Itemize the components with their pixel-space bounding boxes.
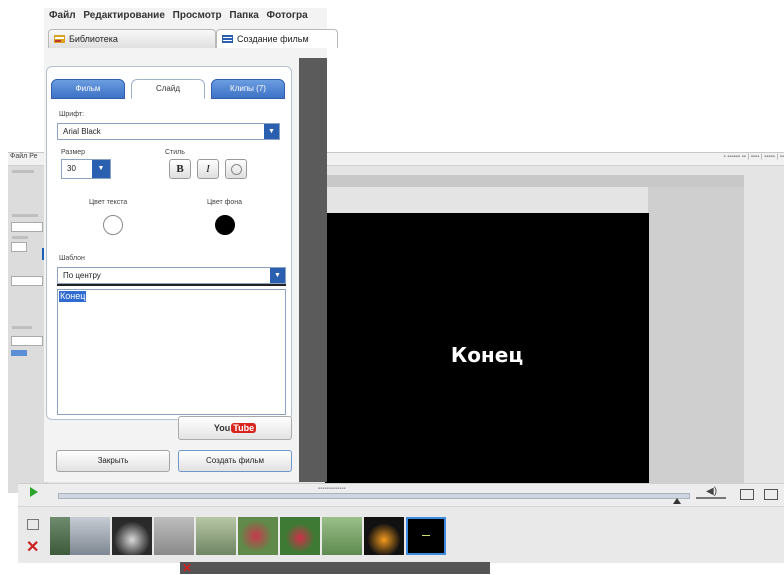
tab-library[interactable]: Библиотека [48,29,216,48]
movie-maker-icon [222,31,233,43]
clip-thumbnail[interactable] [196,517,237,555]
slide-text-value: Конец [59,291,87,302]
seek-bar[interactable] [58,493,690,499]
outline-icon [230,164,242,175]
menu-file[interactable]: Файл [49,8,76,24]
chevron-down-icon: ▼ [92,160,110,178]
tab-film[interactable]: Фильм [51,79,125,99]
youtube-logo-you: You [213,423,231,433]
delete-icon[interactable]: ✕ [26,537,39,557]
split-view-icon[interactable] [764,489,778,500]
background-tabs: ▪ ▪▪▪▪▪▪ ▪▪ | ▪▪▪▪ | ▪▪▪▪▪ | ▪▪ [723,154,784,160]
chevron-down-icon: ▼ [270,268,285,283]
top-tabs: Библиотека Создание фильм [44,26,338,50]
font-label: Шрифт: [59,111,84,118]
tab-create-movie[interactable]: Создание фильм [216,29,338,48]
template-value: По центру [63,271,101,280]
outline-button[interactable] [225,159,247,179]
movie-maker-window: Файл Редактирование Просмотр Папка Фотог… [44,8,338,482]
clip-thumbnail[interactable] [112,517,153,555]
italic-button[interactable]: I [197,159,219,179]
add-media-icon[interactable] [27,519,39,530]
fullscreen-icon[interactable] [740,489,754,500]
font-select[interactable]: Arial Black ▼ [57,123,280,140]
background-toolbar [300,175,744,187]
youtube-logo-tube: Tube [231,423,257,433]
clip-thumbnail[interactable] [238,517,279,555]
size-select[interactable]: 30 ▼ [61,159,111,179]
divider [57,284,286,286]
tab-slide[interactable]: Слайд [131,79,205,99]
bg-color-label: Цвет фона [207,199,243,206]
styles-label: Стиль [165,149,185,156]
bold-button[interactable]: B [169,159,191,179]
bg-color-swatch[interactable] [215,215,235,235]
clip-thumbnail[interactable] [280,517,321,555]
clip-thumbnail[interactable] [154,517,195,555]
timeline-strip: ✕ [18,506,784,563]
size-value: 30 [67,164,76,173]
size-label: Размер [61,149,86,156]
seek-thumb[interactable] [673,498,681,504]
menu-photo[interactable]: Фотогра [267,8,308,24]
menubar: Файл Редактирование Просмотр Папка Фотог… [44,8,327,24]
clip-thumbnail[interactable] [322,517,363,555]
panel-tabs: Фильм Слайд Клипы (7) [51,79,289,99]
tab-library-label: Библиотека [69,34,118,44]
template-select[interactable]: По центру ▼ [57,267,286,284]
text-color-label: Цвет текста [89,199,128,206]
font-value: Arial Black [63,127,101,136]
clip-thumbnail[interactable] [70,517,111,555]
menu-view[interactable]: Просмотр [173,8,222,24]
tab-create-movie-label: Создание фильм [237,34,309,44]
youtube-button[interactable]: You Tube [178,416,292,440]
settings-panel: Фильм Слайд Клипы (7) Шрифт: Arial Black… [46,66,292,420]
time-readout: ▪▪▪▪▪▪▪▪▪▪▪▪▪ [318,486,346,492]
background-pane [648,187,744,487]
player-bar: ▪▪▪▪▪▪▪▪▪▪▪▪▪ ◀) [18,483,784,506]
create-movie-button[interactable]: Создать фильм [178,450,292,472]
template-label: Шаблон [59,255,85,262]
volume-slider[interactable] [696,497,726,499]
volume-icon[interactable]: ◀) [706,486,717,497]
library-icon [54,31,65,43]
play-icon[interactable] [30,487,38,497]
slide-text-input[interactable]: Конец [57,289,286,415]
close-button[interactable]: Закрыть [56,450,170,472]
close-icon[interactable]: ✕ [182,561,192,575]
text-color-swatch[interactable] [103,215,123,235]
menu-edit[interactable]: Редактирование [83,8,164,24]
chevron-down-icon: ▼ [264,124,279,139]
preview-caption: Конец [450,343,524,367]
clip-thumbnail[interactable] [364,517,405,555]
background-side-panel [8,166,47,493]
lower-timeline-strip [180,562,490,574]
clip-thumbnail-selected[interactable] [406,517,446,555]
video-preview[interactable]: Конец [325,213,649,483]
tab-clips[interactable]: Клипы (7) [211,79,285,99]
splitter[interactable] [299,58,327,482]
menu-folder[interactable]: Папка [229,8,258,24]
